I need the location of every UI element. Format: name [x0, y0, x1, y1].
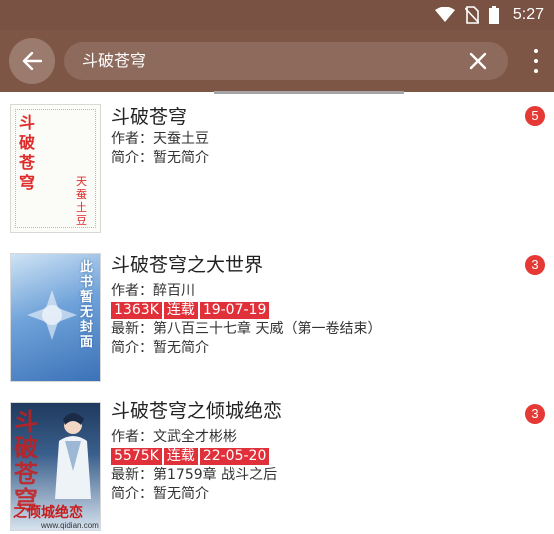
- result-item-3[interactable]: 斗破苍穹 之倾城绝恋 www.qidian.com 斗破苍穹之倾城绝恋 作者：文…: [0, 392, 554, 534]
- back-button[interactable]: [9, 38, 55, 84]
- latest-chapter-line: 最新：第八百三十七章 天威（第一卷结束）: [111, 320, 514, 339]
- intro-label: 简介：: [111, 486, 153, 502]
- status-tag: 连载: [163, 302, 198, 319]
- intro-line: 简介：暂无简介: [111, 339, 514, 358]
- intro-text: 暂无简介: [153, 150, 209, 166]
- intro-line: 简介：暂无简介: [111, 485, 514, 504]
- latest-label: 最新：: [111, 467, 153, 483]
- author-line: 作者：天蚕土豆: [111, 130, 514, 149]
- search-box: [64, 42, 508, 80]
- book-cover[interactable]: 斗破苍穹 之倾城绝恋 www.qidian.com: [10, 402, 101, 531]
- search-toolbar: [0, 30, 554, 92]
- status-tag: 连载: [163, 448, 198, 465]
- cover-ornament-icon: [27, 290, 77, 340]
- cover-subtitle: 之倾城绝恋: [13, 505, 83, 521]
- more-vert-icon-dot: [534, 69, 538, 73]
- book-info: 斗破苍穹 作者：天蚕土豆 简介：暂无简介: [111, 104, 514, 168]
- tag-row: 1363K 连载 19-07-19: [111, 302, 514, 319]
- cover-url: www.qidian.com: [41, 521, 99, 530]
- cover-title: 斗破苍穹: [19, 113, 36, 192]
- latest-chapter-line: 最新：第1759章 战斗之后: [111, 466, 514, 485]
- cover-author: 天蚕土豆: [76, 175, 87, 227]
- intro-label: 简介：: [111, 150, 153, 166]
- author-name: 天蚕土豆: [153, 131, 209, 147]
- book-info: 斗破苍穹之大世界 作者：醉百川 1363K 连载 19-07-19 最新：第八百…: [111, 252, 514, 358]
- more-vert-icon-dot: [534, 59, 538, 63]
- intro-text: 暂无简介: [153, 486, 209, 502]
- cover-placeholder-text: 此书暂无封面: [80, 260, 94, 350]
- book-title: 斗破苍穹之倾城绝恋: [111, 400, 283, 422]
- result-item-1[interactable]: 斗破苍穹 天蚕土豆 斗破苍穹 作者：天蚕土豆 简介：暂无简介 5: [0, 94, 554, 243]
- clear-button[interactable]: [468, 51, 488, 71]
- cover-title: 斗破苍穹: [14, 408, 38, 514]
- cover-character-figure: [55, 413, 91, 499]
- author-label: 作者：: [111, 131, 153, 147]
- author-line: 作者：醉百川: [111, 282, 514, 301]
- tag-row: 5575K 连载 22-05-20: [111, 448, 514, 465]
- latest-label: 最新：: [111, 321, 153, 337]
- author-label: 作者：: [111, 429, 153, 445]
- book-title: 斗破苍穹: [111, 106, 188, 128]
- latest-chapter: 第1759章 战斗之后: [153, 467, 278, 483]
- wifi-icon: [434, 7, 455, 22]
- word-count-tag: 5575K: [111, 448, 162, 465]
- author-label: 作者：: [111, 283, 153, 299]
- close-icon: [469, 52, 487, 70]
- latest-chapter: 第八百三十七章 天威（第一卷结束）: [153, 321, 382, 337]
- update-date-tag: 19-07-19: [199, 302, 270, 319]
- source-count-badge: 5: [525, 106, 545, 126]
- source-count-badge: 3: [525, 255, 545, 275]
- book-title: 斗破苍穹之大世界: [111, 254, 264, 276]
- no-sim-icon: [464, 6, 479, 24]
- more-menu-button[interactable]: [532, 49, 540, 73]
- update-date-tag: 22-05-20: [199, 448, 270, 465]
- search-result-list[interactable]: 斗破苍穹 天蚕土豆 斗破苍穹 作者：天蚕土豆 简介：暂无简介 5 此书暂无封面 …: [0, 94, 554, 534]
- status-bar: 5:27: [0, 0, 554, 30]
- book-info: 斗破苍穹之倾城绝恋 作者：文武全才彬彬 5575K 连载 22-05-20 最新…: [111, 398, 514, 504]
- search-input[interactable]: [82, 42, 452, 80]
- intro-text: 暂无简介: [153, 340, 209, 356]
- word-count-tag: 1363K: [111, 302, 162, 319]
- book-cover[interactable]: 此书暂无封面: [10, 253, 101, 382]
- status-time: 5:27: [512, 6, 544, 23]
- intro-label: 简介：: [111, 340, 153, 356]
- status-icons: 5:27: [434, 0, 544, 30]
- result-item-2[interactable]: 此书暂无封面 斗破苍穹之大世界 作者：醉百川 1363K 连载 19-07-19…: [0, 243, 554, 392]
- more-vert-icon-dot: [534, 49, 538, 53]
- book-cover[interactable]: 斗破苍穹 天蚕土豆: [10, 104, 101, 233]
- source-count-badge: 3: [525, 404, 545, 424]
- intro-line: 简介：暂无简介: [111, 149, 514, 168]
- author-name: 文武全才彬彬: [153, 429, 237, 445]
- battery-icon: [488, 6, 499, 24]
- arrow-left-icon: [22, 52, 42, 70]
- author-name: 醉百川: [153, 283, 195, 299]
- author-line: 作者：文武全才彬彬: [111, 428, 514, 447]
